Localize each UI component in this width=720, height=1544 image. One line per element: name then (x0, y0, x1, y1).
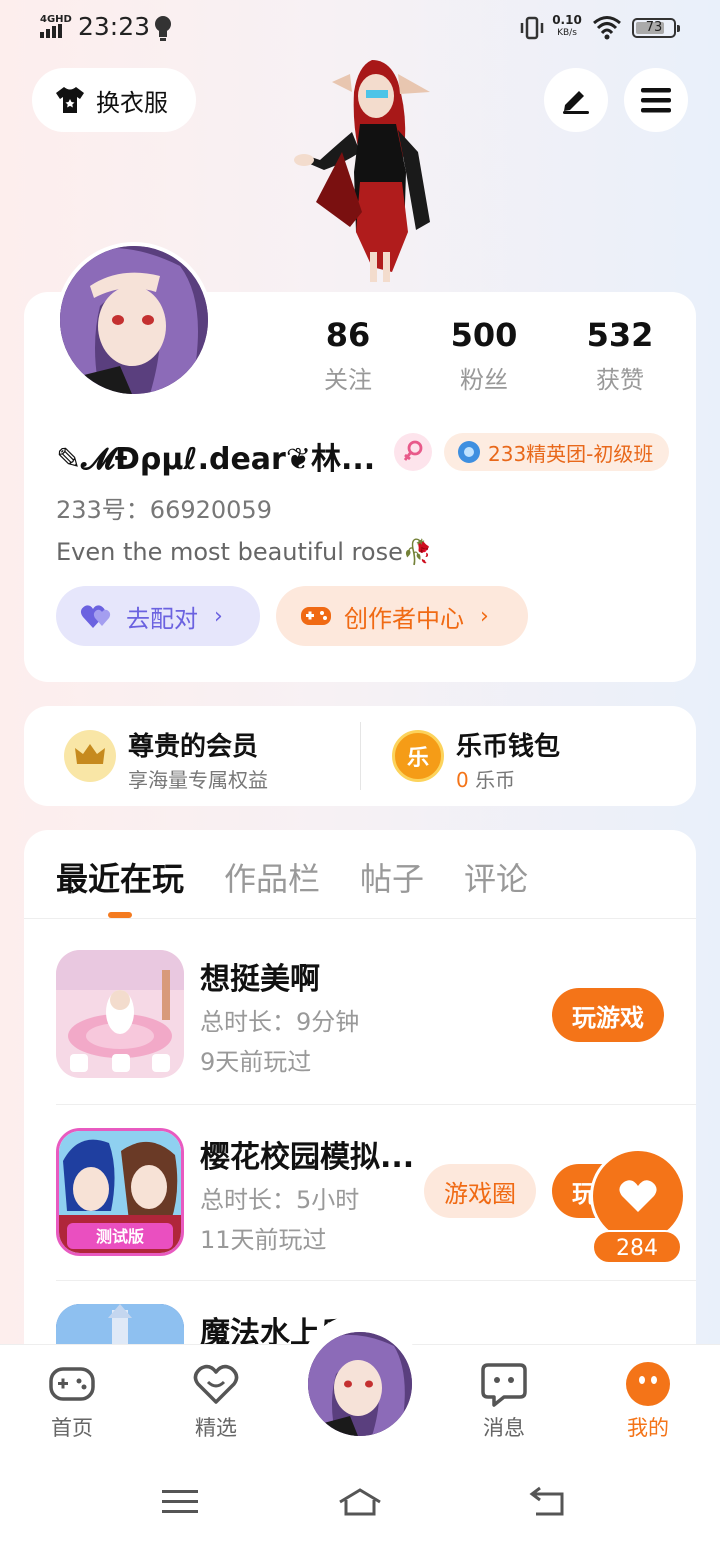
nav-profile[interactable]: 我的 (608, 1360, 688, 1442)
wallet-amount: 0 (456, 768, 469, 792)
game-row[interactable]: 想挺美啊 总时长：9分钟 9天前玩过 玩游戏 (56, 950, 696, 1080)
change-outfit-button[interactable]: 换衣服 (32, 68, 196, 132)
game-title: 想挺美啊 (200, 962, 320, 997)
creator-center-label: 创作者中心 (344, 604, 464, 633)
row-divider (56, 1104, 696, 1105)
match-button[interactable]: 去配对 › (56, 586, 260, 646)
gamepad-icon (301, 607, 331, 625)
stat-following-label: 关注 (324, 366, 372, 394)
stat-following-value: 86 (325, 316, 371, 354)
wifi-icon (593, 16, 621, 40)
game-last-played: 11天前玩过 (200, 1226, 327, 1254)
status-bar: 4GHD 23:23 0.10 KB/s 73 (0, 0, 720, 56)
tab-posts[interactable]: 帖子 (360, 854, 424, 900)
menu-button[interactable] (624, 68, 688, 132)
signal-icon (40, 24, 62, 38)
heart-chat-icon (193, 1364, 239, 1404)
pencil-icon (563, 91, 589, 114)
perks-divider (360, 722, 361, 790)
heart-icon (619, 1180, 657, 1212)
network-speed: 0.10 KB/s (552, 13, 582, 39)
message-icon (481, 1363, 527, 1407)
nav-messages[interactable]: 消息 (464, 1360, 544, 1442)
bio: Even the most beautiful rose🥀 (56, 538, 433, 566)
row-divider (56, 1280, 696, 1281)
nav-home-label: 首页 (51, 1416, 93, 1440)
gamepad-icon (49, 1367, 95, 1401)
game-icon-label: 测试版 (96, 1227, 144, 1246)
nav-messages-label: 消息 (483, 1416, 525, 1440)
crown-icon[interactable] (64, 730, 116, 782)
stat-likes-value: 532 (586, 316, 654, 354)
chevron-right-icon: › (480, 603, 489, 629)
hamburger-menu-icon (641, 88, 671, 113)
avatar-3d-character[interactable] (280, 52, 450, 292)
stat-likes[interactable]: 532 获赞 (565, 316, 675, 395)
stat-followers[interactable]: 500 粉丝 (429, 316, 539, 395)
tab-recently-played[interactable]: 最近在玩 (56, 854, 184, 900)
nav-featured[interactable]: 精选 (176, 1360, 256, 1442)
nav-avatar-center[interactable] (304, 1328, 416, 1440)
play-game-button[interactable]: 玩游戏 (552, 988, 664, 1042)
chevron-right-icon: › (214, 603, 223, 629)
nav-profile-label: 我的 (627, 1416, 669, 1440)
game-icon[interactable] (56, 1304, 184, 1344)
wallet-balance: 0 乐币 (456, 764, 515, 793)
like-count: 284 (592, 1230, 682, 1264)
lightbulb-icon (155, 16, 171, 41)
game-playtime: 总时长：5小时 (200, 1186, 360, 1214)
username: ✎𝓜Ɖρμℓ.dear❦林... (56, 442, 376, 477)
edit-profile-button[interactable] (544, 68, 608, 132)
game-last-played: 9天前玩过 (200, 1048, 312, 1076)
avatar[interactable] (56, 242, 212, 398)
status-time: 23:23 (78, 12, 151, 41)
rank-badge[interactable]: 233精英团-初级班 (444, 433, 670, 471)
back-icon[interactable] (528, 1484, 568, 1520)
stat-followers-label: 粉丝 (460, 366, 508, 394)
nav-home[interactable]: 首页 (32, 1360, 112, 1442)
game-title: 樱花校园模拟... (200, 1140, 415, 1175)
battery-icon: 73 (632, 18, 680, 38)
coin-icon[interactable]: 乐 (392, 730, 444, 782)
stat-likes-label: 获赞 (596, 366, 644, 394)
creator-center-button[interactable]: 创作者中心 › (276, 586, 528, 646)
change-outfit-label: 换衣服 (96, 88, 168, 117)
tab-comments[interactable]: 评论 (464, 854, 528, 900)
tabs-divider (24, 918, 696, 919)
vip-title[interactable]: 尊贵的会员 (128, 726, 258, 763)
battery-level: 73 (645, 20, 663, 35)
tab-works[interactable]: 作品栏 (224, 854, 320, 900)
tshirt-icon (56, 87, 84, 113)
nav-featured-label: 精选 (195, 1416, 237, 1440)
female-gender-icon (394, 433, 432, 471)
wallet-unit: 乐币 (475, 768, 516, 792)
game-icon[interactable] (56, 950, 184, 1078)
system-navigation-bar (0, 1462, 720, 1544)
account-id: 233号：66920059 (56, 496, 272, 524)
stat-followers-value: 500 (450, 316, 518, 354)
vibrate-icon (520, 16, 544, 40)
recent-apps-icon[interactable] (160, 1484, 200, 1520)
gear-badge-icon (458, 441, 480, 463)
stat-following[interactable]: 86 关注 (293, 316, 403, 395)
double-heart-icon (80, 605, 111, 628)
vip-subtitle: 享海量专属权益 (128, 768, 268, 792)
game-icon[interactable]: 测试版 (56, 1128, 184, 1256)
rank-badge-label: 233精英团-初级班 (488, 441, 654, 466)
home-icon[interactable] (336, 1484, 384, 1520)
wallet-title[interactable]: 乐币钱包 (456, 726, 560, 763)
game-playtime: 总时长：9分钟 (200, 1008, 360, 1036)
profile-dots-icon (626, 1362, 670, 1406)
game-circle-button[interactable]: 游戏圈 (424, 1164, 536, 1218)
match-label: 去配对 (126, 604, 198, 633)
